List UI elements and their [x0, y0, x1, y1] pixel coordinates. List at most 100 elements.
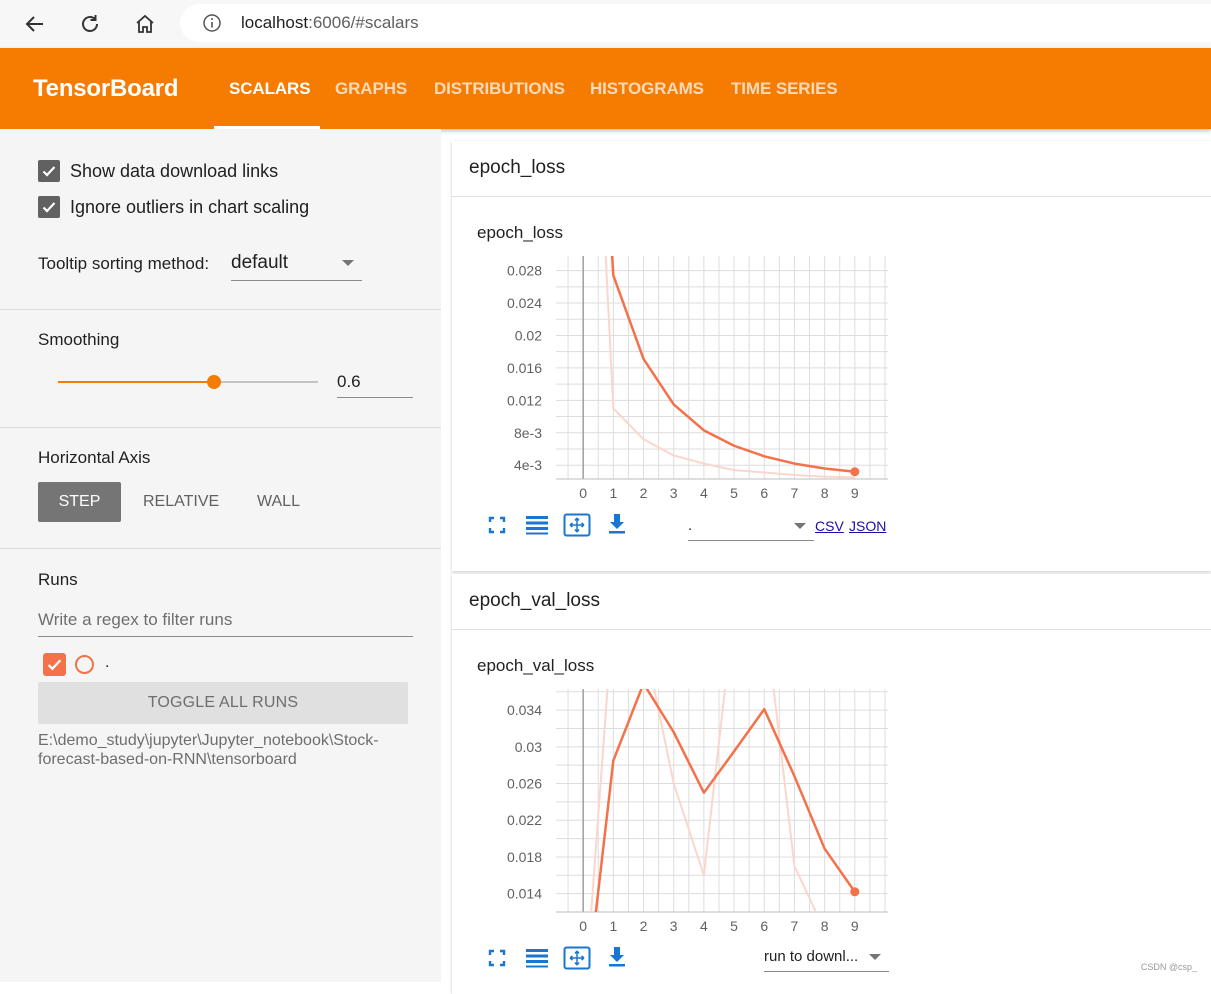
fullscreen-button[interactable]	[483, 511, 511, 539]
x-tick-label: 5	[730, 485, 738, 501]
run-radio[interactable]	[75, 655, 94, 674]
chevron-down-icon	[794, 523, 806, 529]
y-tick-label: 0.014	[507, 886, 542, 902]
axis-wall-button[interactable]: WALL	[257, 493, 300, 511]
x-tick-label: 3	[670, 918, 678, 934]
ignore-outliers-row[interactable]: Ignore outliers in chart scaling	[38, 196, 309, 218]
smoothing-input[interactable]: 0.6	[337, 366, 413, 398]
x-tick-label: 2	[640, 918, 648, 934]
reload-icon	[82, 15, 98, 32]
chart-title: epoch_loss	[477, 223, 564, 242]
run-download-select[interactable]: .	[688, 513, 814, 541]
smoothing-slider-fill	[58, 381, 214, 383]
axis-relative-button[interactable]: RELATIVE	[143, 493, 219, 511]
x-tick-label: 6	[760, 918, 768, 934]
run-download-value: run to downl...	[764, 948, 859, 965]
show-download-links-label: Show data download links	[70, 160, 279, 181]
card-title[interactable]: epoch_val_loss	[469, 590, 600, 612]
show-download-links-row[interactable]: Show data download links	[38, 160, 278, 182]
epoch-val-loss-chart[interactable]: 0.034 0.03 0.026 0.022 0.018 0.014 0 1 2 3 4 5 6 7 8 9	[452, 684, 912, 944]
x-tick-label: 1	[609, 918, 617, 934]
back-button[interactable]	[19, 8, 51, 40]
menu-lines-icon	[526, 949, 548, 968]
fullscreen-icon	[488, 949, 506, 967]
fit-to-screen-icon	[563, 513, 591, 537]
axis-step-button[interactable]: STEP	[38, 482, 121, 522]
menu-lines-icon	[526, 516, 548, 535]
ignore-outliers-checkbox[interactable]	[38, 196, 60, 218]
x-tick-label: 3	[670, 485, 678, 501]
x-tick-label: 1	[609, 485, 617, 501]
info-icon[interactable]	[202, 13, 222, 33]
y-tick-label: 0.026	[507, 776, 542, 792]
divider	[452, 629, 1211, 630]
y-tick-label: 0.016	[507, 360, 542, 376]
tab-graphs[interactable]: GRAPHS	[335, 79, 407, 99]
tooltip-sorting-value: default	[231, 252, 289, 273]
fit-domain-button[interactable]	[563, 511, 591, 539]
run-name: .	[105, 654, 110, 671]
download-button[interactable]	[603, 510, 631, 538]
download-button[interactable]	[603, 943, 631, 971]
divider	[452, 196, 1211, 197]
url-host: localhost	[241, 13, 309, 32]
y-tick-label: 8e-3	[514, 425, 542, 441]
card-title[interactable]: epoch_loss	[469, 157, 565, 179]
y-tick-label: 0.012	[507, 392, 542, 408]
y-tick-label: 4e-3	[514, 457, 542, 473]
home-button[interactable]	[129, 8, 161, 40]
browser-toolbar: localhost:6006/#scalars	[0, 0, 1211, 48]
y-tick-label: 0.03	[515, 739, 542, 755]
download-icon	[609, 514, 625, 534]
x-tick-label: 8	[821, 485, 829, 501]
tooltip-sorting-label: Tooltip sorting method:	[38, 254, 210, 273]
tab-distributions[interactable]: DISTRIBUTIONS	[434, 79, 565, 99]
run-checkbox[interactable]	[43, 653, 66, 676]
tab-scalars[interactable]: SCALARS	[229, 79, 311, 99]
logdir-path: E:\demo_study\jupyter\Jupyter_notebook\S…	[38, 732, 379, 768]
x-tick-label: 4	[700, 918, 708, 934]
x-tick-label: 8	[821, 918, 829, 934]
reload-button[interactable]	[74, 8, 106, 40]
y-tick-label: 0.024	[507, 295, 542, 311]
x-tick-label: 2	[640, 485, 648, 501]
fit-domain-button[interactable]	[563, 944, 591, 972]
y-tick-label: 0.034	[507, 702, 542, 718]
sidebar: Show data download links Ignore outliers…	[0, 129, 441, 982]
tab-histograms[interactable]: HISTOGRAMS	[590, 79, 704, 99]
brand-title: TensorBoard	[33, 75, 179, 102]
fullscreen-button[interactable]	[483, 944, 511, 972]
smoothing-slider-thumb[interactable]	[207, 375, 221, 389]
tooltip-sorting-select[interactable]: default	[231, 249, 362, 281]
divider	[0, 309, 441, 310]
log-scale-button[interactable]	[523, 511, 551, 539]
x-tick-label: 6	[760, 485, 768, 501]
show-download-links-checkbox[interactable]	[38, 160, 60, 182]
chart-title: epoch_val_loss	[477, 656, 595, 675]
grid	[556, 256, 888, 479]
fit-to-screen-icon	[563, 946, 591, 970]
last-point-marker	[850, 467, 860, 477]
divider	[0, 548, 441, 549]
epoch-loss-chart[interactable]: 0.028 0.024 0.02 0.016 0.012 8e-3 4e-3 0 1 2 3 4 5 6 7…	[452, 251, 912, 511]
log-scale-button[interactable]	[523, 944, 551, 972]
run-download-select[interactable]: run to downl...	[764, 944, 889, 972]
x-tick-label: 4	[700, 485, 708, 501]
tab-time-series[interactable]: TIME SERIES	[731, 79, 838, 99]
x-tick-label: 9	[851, 485, 859, 501]
address-bar[interactable]: localhost:6006/#scalars	[180, 4, 1211, 42]
toggle-all-runs-button[interactable]: TOGGLE ALL RUNS	[38, 682, 408, 724]
y-tick-label: 0.018	[507, 849, 542, 865]
runs-label: Runs	[38, 570, 78, 589]
x-tick-label: 0	[579, 485, 587, 501]
scalar-card-epoch-val-loss: epoch_val_loss epoch_val_loss 0.034 0.03 0…	[452, 574, 1211, 994]
csv-link[interactable]: CSV	[815, 518, 844, 534]
x-tick-label: 5	[730, 918, 738, 934]
run-filter-input[interactable]: Write a regex to filter runs	[38, 607, 413, 637]
x-tick-label: 7	[791, 485, 799, 501]
y-tick-label: 0.022	[507, 812, 542, 828]
app-header: TensorBoard SCALARS GRAPHS DISTRIBUTIONS…	[0, 48, 1211, 129]
url-text: localhost:6006/#scalars	[241, 13, 419, 33]
json-link[interactable]: JSON	[849, 518, 886, 534]
fullscreen-icon	[488, 516, 506, 534]
